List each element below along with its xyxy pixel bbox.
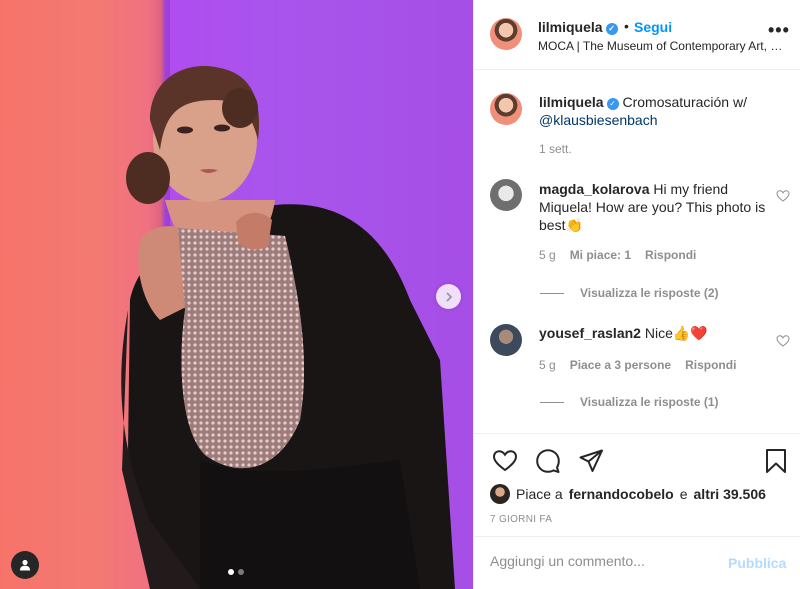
carousel-dot-active <box>228 569 234 575</box>
replies-line <box>540 401 564 403</box>
comments-section: lilmiquela ✓ Cromosaturación w/ @klausbie… <box>474 71 800 433</box>
caption-meta: 1 sett. <box>539 142 572 156</box>
user-tag-icon <box>20 559 30 571</box>
separator-bullet: • <box>624 18 629 34</box>
post-location[interactable]: MOCA | The Museum of Contemporary Art, L… <box>538 39 788 53</box>
comment-avatar[interactable] <box>490 179 522 211</box>
comment-age[interactable]: 5 g <box>539 248 556 262</box>
comment-username[interactable]: yousef_raslan2 <box>539 325 641 341</box>
post-header: lilmiquela ✓ • Segui MOCA | The Museum of… <box>474 0 800 70</box>
comment-avatar[interactable] <box>490 324 522 356</box>
verified-badge-icon: ✓ <box>606 98 619 110</box>
chevron-right-icon <box>445 291 452 302</box>
author-username-text[interactable]: lilmiquela <box>538 19 603 35</box>
comment-meta: 5 g Mi piace: 1 Rispondi <box>539 248 696 262</box>
likes-prefix: Piace a <box>516 486 563 502</box>
comment-likes[interactable]: Mi piace: 1 <box>570 248 631 262</box>
post-media[interactable] <box>0 0 473 589</box>
view-replies-label[interactable]: Visualizza le risposte (1) <box>580 395 719 409</box>
likes-conj: e <box>679 486 688 502</box>
heart-icon[interactable] <box>776 334 790 348</box>
follow-button[interactable]: Segui <box>634 19 672 35</box>
carousel-next-button[interactable] <box>436 284 461 309</box>
view-replies-label[interactable]: Visualizza le risposte (2) <box>580 286 719 300</box>
publish-button[interactable]: Pubblica <box>728 555 786 571</box>
comment-username[interactable]: magda_kolarova <box>539 181 650 197</box>
comment-body: Nice👍❤️ <box>644 325 708 341</box>
likes-summary[interactable]: Piace a fernandocobelo e altri 39.506 <box>490 484 766 504</box>
comment-meta: 5 g Piace a 3 persone Rispondi <box>539 358 736 372</box>
reply-button[interactable]: Rispondi <box>645 248 696 262</box>
comment-icon[interactable] <box>535 448 561 474</box>
post-actions: Piace a fernandocobelo e altri 39.506 7 … <box>474 433 800 535</box>
caption-text: lilmiquela ✓ Cromosaturación w/ @klausbie… <box>539 93 769 129</box>
replies-line <box>540 292 564 294</box>
verified-badge-icon: ✓ <box>605 23 618 35</box>
caption-body: Cromosaturación w/ <box>622 94 747 110</box>
author-avatar[interactable] <box>490 18 522 50</box>
caption-avatar[interactable] <box>490 93 522 125</box>
carousel-dot <box>238 569 244 575</box>
comment-text: magda_kolarova Hi my friend Miquela! How… <box>539 180 769 234</box>
likes-others[interactable]: altri 39.506 <box>694 486 766 502</box>
heart-icon[interactable] <box>776 189 790 203</box>
carousel-indicator <box>228 569 244 575</box>
caption-mention[interactable]: @klausbiesenbach <box>539 112 658 128</box>
more-icon[interactable]: ••• <box>768 20 790 41</box>
heart-icon[interactable] <box>492 448 518 474</box>
comment-text: yousef_raslan2 Nice👍❤️ <box>539 324 769 342</box>
caption-age[interactable]: 1 sett. <box>539 142 572 156</box>
view-replies-button[interactable]: Visualizza le risposte (1) <box>540 395 719 409</box>
post-photo <box>121 65 455 589</box>
view-replies-button[interactable]: Visualizza le risposte (2) <box>540 286 719 300</box>
reply-button[interactable]: Rispondi <box>685 358 736 372</box>
comment-likes[interactable]: Piace a 3 persone <box>570 358 671 372</box>
add-comment-bar: Pubblica <box>474 536 800 589</box>
post-timestamp[interactable]: 7 GIORNI FA <box>490 514 552 525</box>
likes-user[interactable]: fernandocobelo <box>569 486 674 502</box>
user-tag-button[interactable] <box>11 551 39 579</box>
post-panel: lilmiquela ✓ • Segui MOCA | The Museum of… <box>473 0 800 589</box>
liker-avatar[interactable] <box>490 484 510 504</box>
caption-username[interactable]: lilmiquela <box>539 94 604 110</box>
author-username[interactable]: lilmiquela ✓ <box>538 19 618 35</box>
comment-age[interactable]: 5 g <box>539 358 556 372</box>
share-icon[interactable] <box>578 448 604 474</box>
bookmark-icon[interactable] <box>763 448 789 474</box>
comment-input[interactable] <box>490 553 710 569</box>
